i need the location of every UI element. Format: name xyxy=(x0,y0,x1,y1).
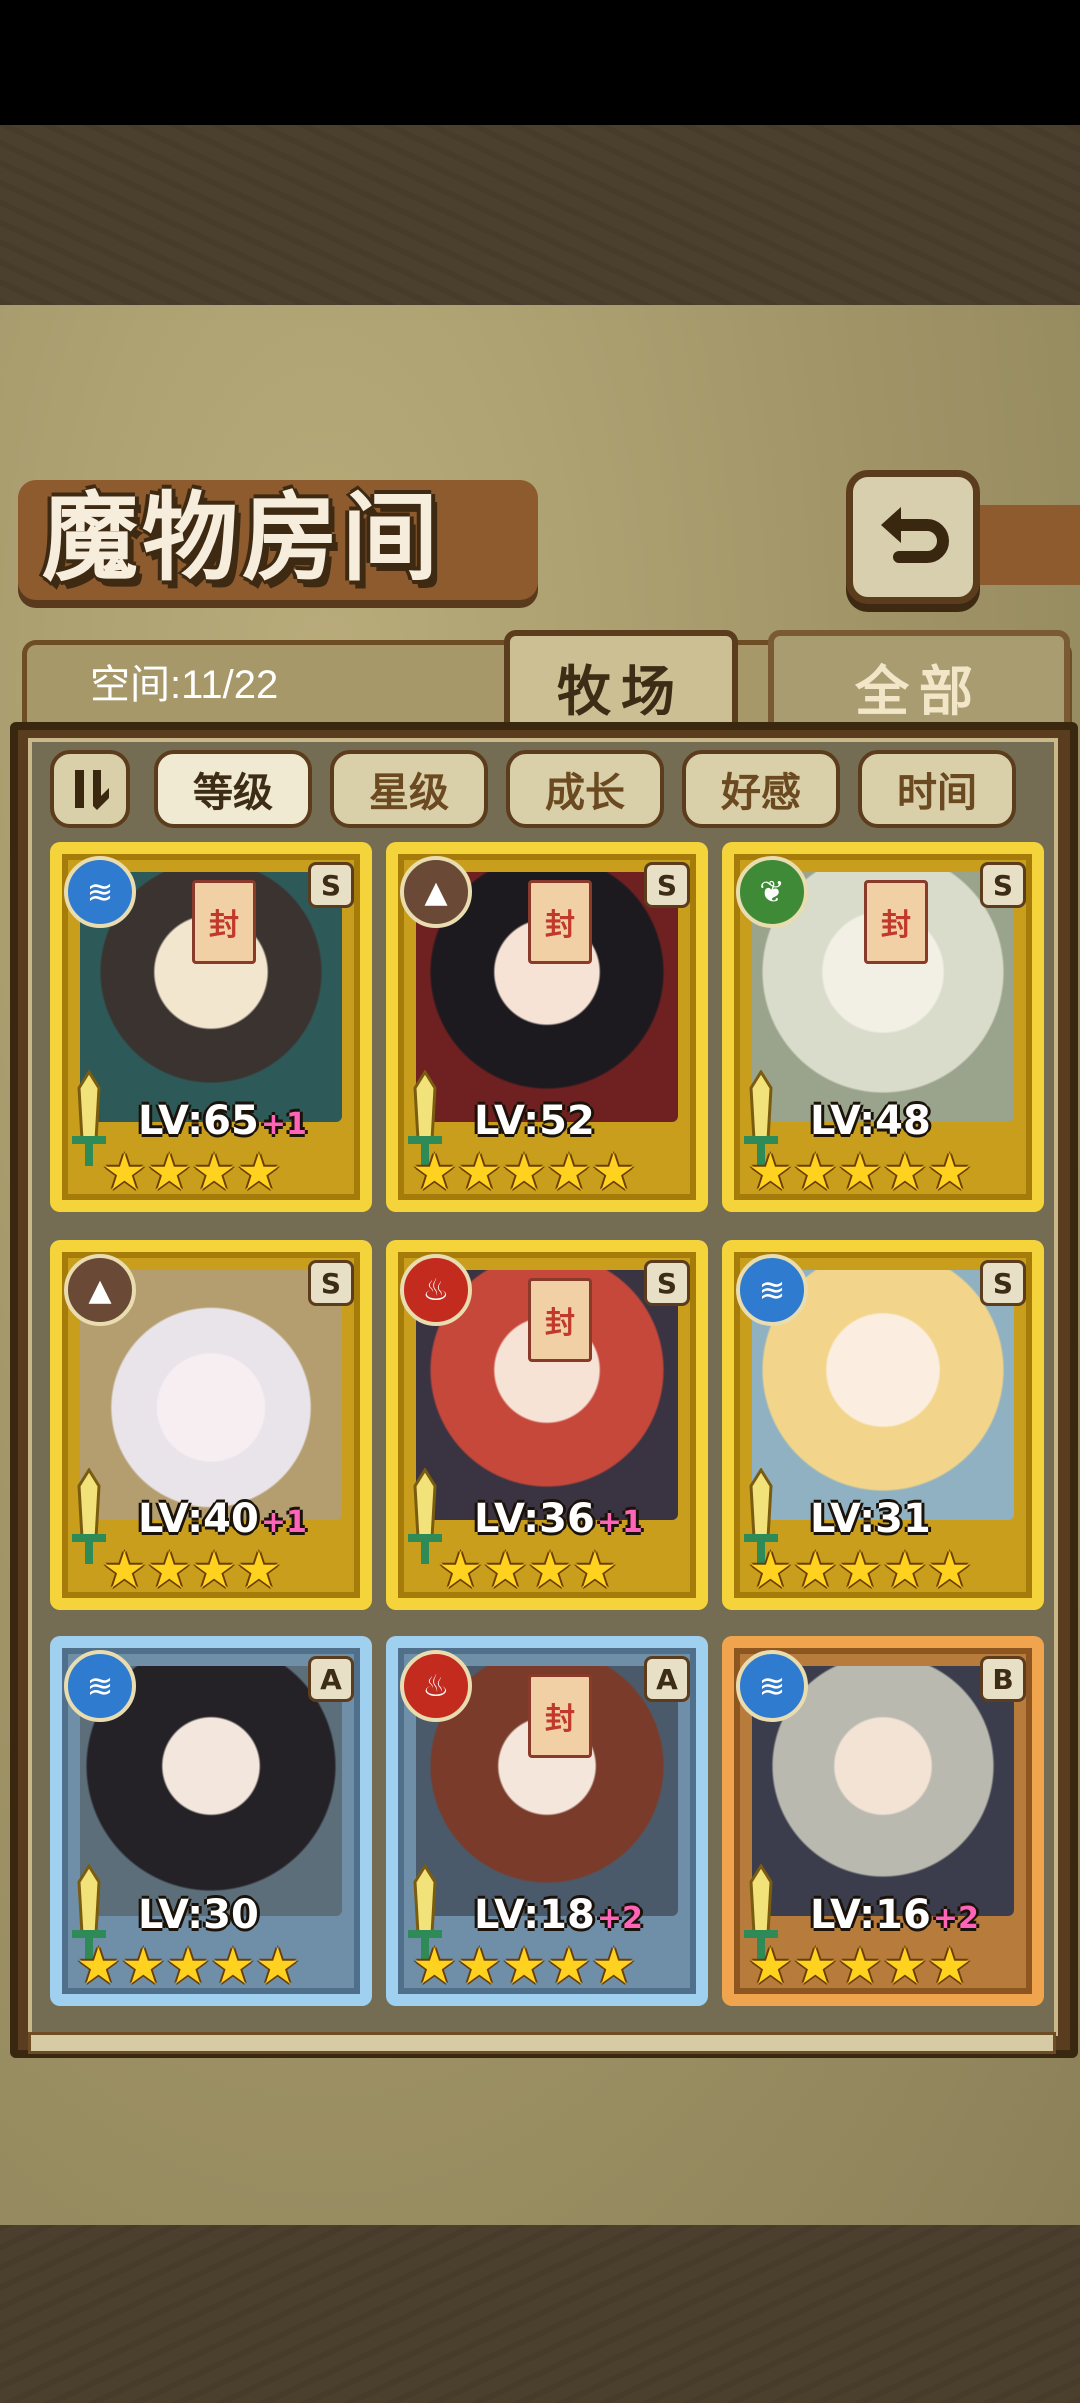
monster-level: LV:40+1 xyxy=(138,1496,307,1542)
star-rating: ★★★★★ xyxy=(748,1143,973,1201)
leaf-element-icon: ❦ xyxy=(736,856,808,928)
sort-level-button[interactable]: 等级 xyxy=(154,750,312,828)
monster-card[interactable]: ≋ S LV:31 ★★★★★ xyxy=(722,1240,1044,1610)
sort-bar: 等级 星级 成长 好感 时间 xyxy=(50,750,1050,828)
rank-badge: A xyxy=(308,1656,354,1702)
rank-badge: S xyxy=(980,1260,1026,1306)
seal-tag: 封 xyxy=(192,880,256,964)
water-element-icon: ≋ xyxy=(736,1254,808,1326)
seal-tag: 封 xyxy=(864,880,928,964)
star-rating: ★★★★★ xyxy=(748,1937,973,1995)
star-rating: ★★★★ xyxy=(102,1143,282,1201)
panel-bottom-bar xyxy=(28,2032,1056,2054)
monster-card[interactable]: 封 ❦ S LV:48 ★★★★★ xyxy=(722,842,1044,1212)
rank-badge: A xyxy=(644,1656,690,1702)
star-rating: ★★★★ xyxy=(102,1541,282,1599)
monster-card[interactable]: 封 ▲ S LV:52 ★★★★★ xyxy=(386,842,708,1212)
monster-card[interactable]: 封 ≋ S LV:65+1 ★★★★ xyxy=(50,842,372,1212)
water-element-icon: ≋ xyxy=(736,1650,808,1722)
seal-tag: 封 xyxy=(528,880,592,964)
rank-badge: S xyxy=(644,862,690,908)
map-background-bottom xyxy=(0,2225,1080,2403)
monster-level: LV:18+2 xyxy=(474,1892,643,1938)
water-element-icon: ≋ xyxy=(64,1650,136,1722)
star-rating: ★★★★★ xyxy=(412,1937,637,1995)
monster-level: LV:31 xyxy=(810,1496,931,1542)
star-rating: ★★★★★ xyxy=(76,1937,301,1995)
fire-element-icon: ♨ xyxy=(400,1254,472,1326)
monster-level: LV:16+2 xyxy=(810,1892,979,1938)
status-bar xyxy=(0,0,1080,125)
monster-level: LV:65+1 xyxy=(138,1098,307,1144)
rank-badge: B xyxy=(980,1656,1026,1702)
monster-card[interactable]: 封 ♨ A LV:18+2 ★★★★★ xyxy=(386,1636,708,2006)
star-rating: ★★★★★ xyxy=(748,1541,973,1599)
star-rating: ★★★★ xyxy=(438,1541,618,1599)
sort-growth-button[interactable]: 成长 xyxy=(506,750,664,828)
monster-level: LV:48 xyxy=(810,1098,931,1144)
monster-card[interactable]: ≋ A LV:30 ★★★★★ xyxy=(50,1636,372,2006)
return-arrow-icon xyxy=(881,507,949,563)
star-rating: ★★★★★ xyxy=(412,1143,637,1201)
seal-tag: 封 xyxy=(528,1674,592,1758)
earth-element-icon: ▲ xyxy=(64,1254,136,1326)
monster-card[interactable]: ▲ S LV:40+1 ★★★★ xyxy=(50,1240,372,1610)
monster-level: LV:52 xyxy=(474,1098,595,1144)
rank-badge: S xyxy=(308,862,354,908)
sort-star-button[interactable]: 星级 xyxy=(330,750,488,828)
earth-element-icon: ▲ xyxy=(400,856,472,928)
water-element-icon: ≋ xyxy=(64,856,136,928)
page-title: 魔物房间 xyxy=(42,481,442,594)
seal-tag: 封 xyxy=(528,1278,592,1362)
rank-badge: S xyxy=(980,862,1026,908)
monster-card[interactable]: 封 ♨ S LV:36+1 ★★★★ xyxy=(386,1240,708,1610)
monster-level: LV:30 xyxy=(138,1892,259,1938)
map-background-top xyxy=(0,125,1080,305)
monster-level: LV:36+1 xyxy=(474,1496,643,1542)
sort-time-button[interactable]: 时间 xyxy=(858,750,1016,828)
back-strip xyxy=(970,505,1080,585)
fire-element-icon: ♨ xyxy=(400,1650,472,1722)
sort-order-toggle[interactable] xyxy=(50,750,130,828)
back-button[interactable] xyxy=(846,470,980,604)
sort-affection-button[interactable]: 好感 xyxy=(682,750,840,828)
space-counter: 空间:11/22 xyxy=(90,663,279,707)
sort-order-icon xyxy=(75,770,109,810)
rank-badge: S xyxy=(308,1260,354,1306)
rank-badge: S xyxy=(644,1260,690,1306)
monster-card[interactable]: ≋ B LV:16+2 ★★★★★ xyxy=(722,1636,1044,2006)
